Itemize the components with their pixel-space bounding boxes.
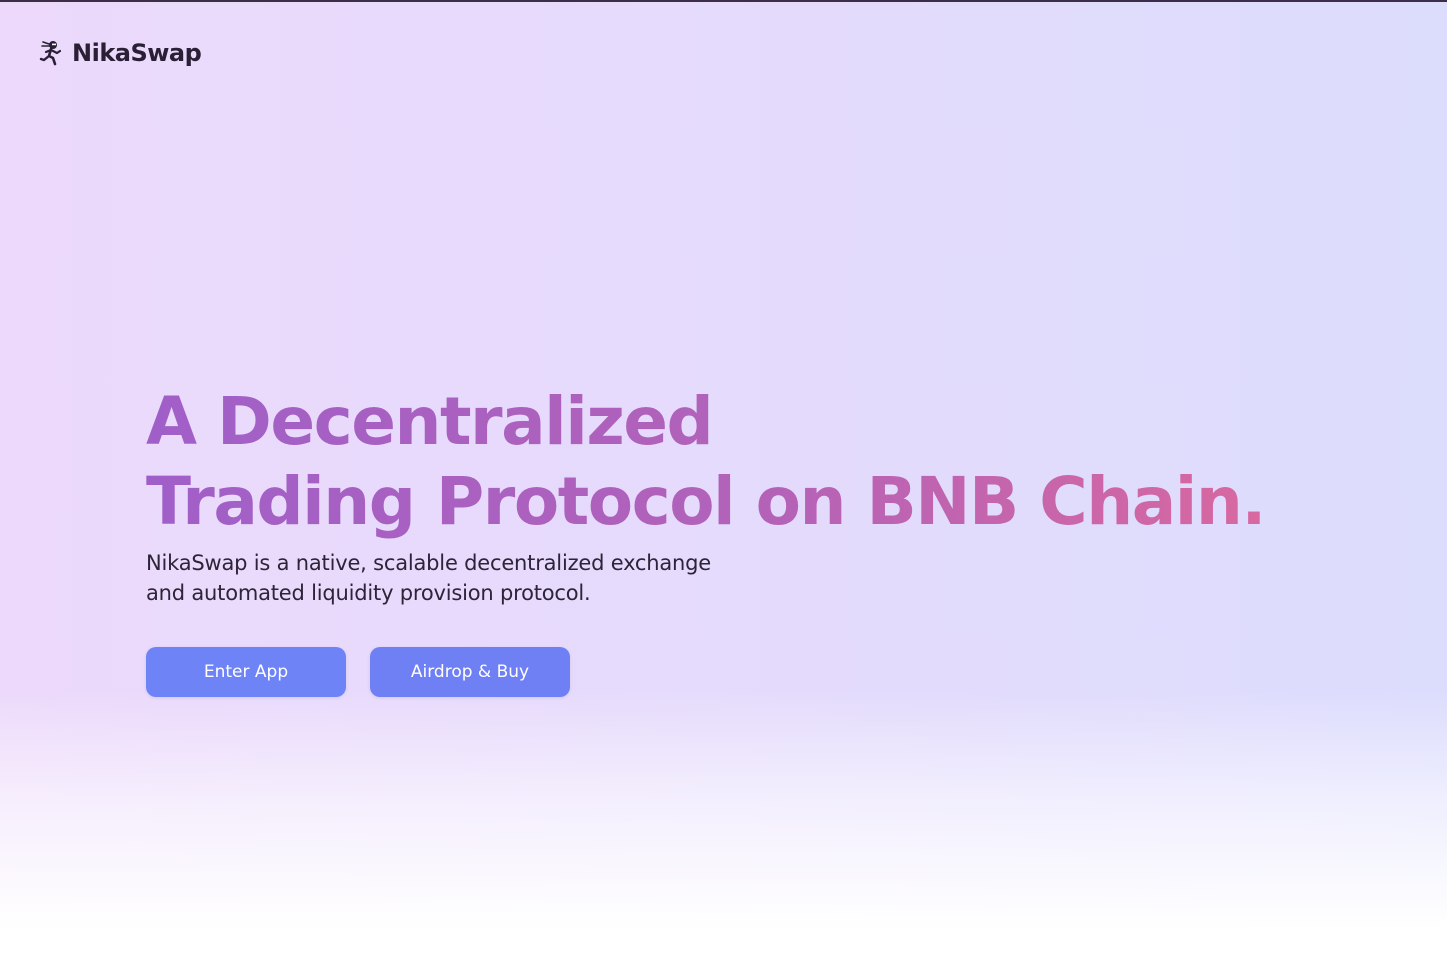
hero-actions: Enter App Airdrop & Buy	[146, 647, 570, 697]
hero-headline: A Decentralized Trading Protocol on BNB …	[146, 382, 1266, 542]
enter-app-button[interactable]: Enter App	[146, 647, 346, 697]
top-border	[0, 0, 1447, 2]
headline-line-2: Trading Protocol on BNB Chain.	[146, 463, 1265, 540]
subtitle-line-1: NikaSwap is a native, scalable decentral…	[146, 551, 712, 575]
brand-name: NikaSwap	[72, 39, 202, 67]
airdrop-buy-button[interactable]: Airdrop & Buy	[370, 647, 570, 697]
subtitle-line-2: and automated liquidity provision protoc…	[146, 581, 591, 605]
logo[interactable]: NikaSwap	[36, 38, 202, 68]
headline-line-1: A Decentralized	[146, 383, 713, 460]
hero-subtitle: NikaSwap is a native, scalable decentral…	[146, 548, 1266, 608]
hero-section: A Decentralized Trading Protocol on BNB …	[146, 382, 1266, 608]
ninja-runner-icon	[36, 38, 66, 68]
